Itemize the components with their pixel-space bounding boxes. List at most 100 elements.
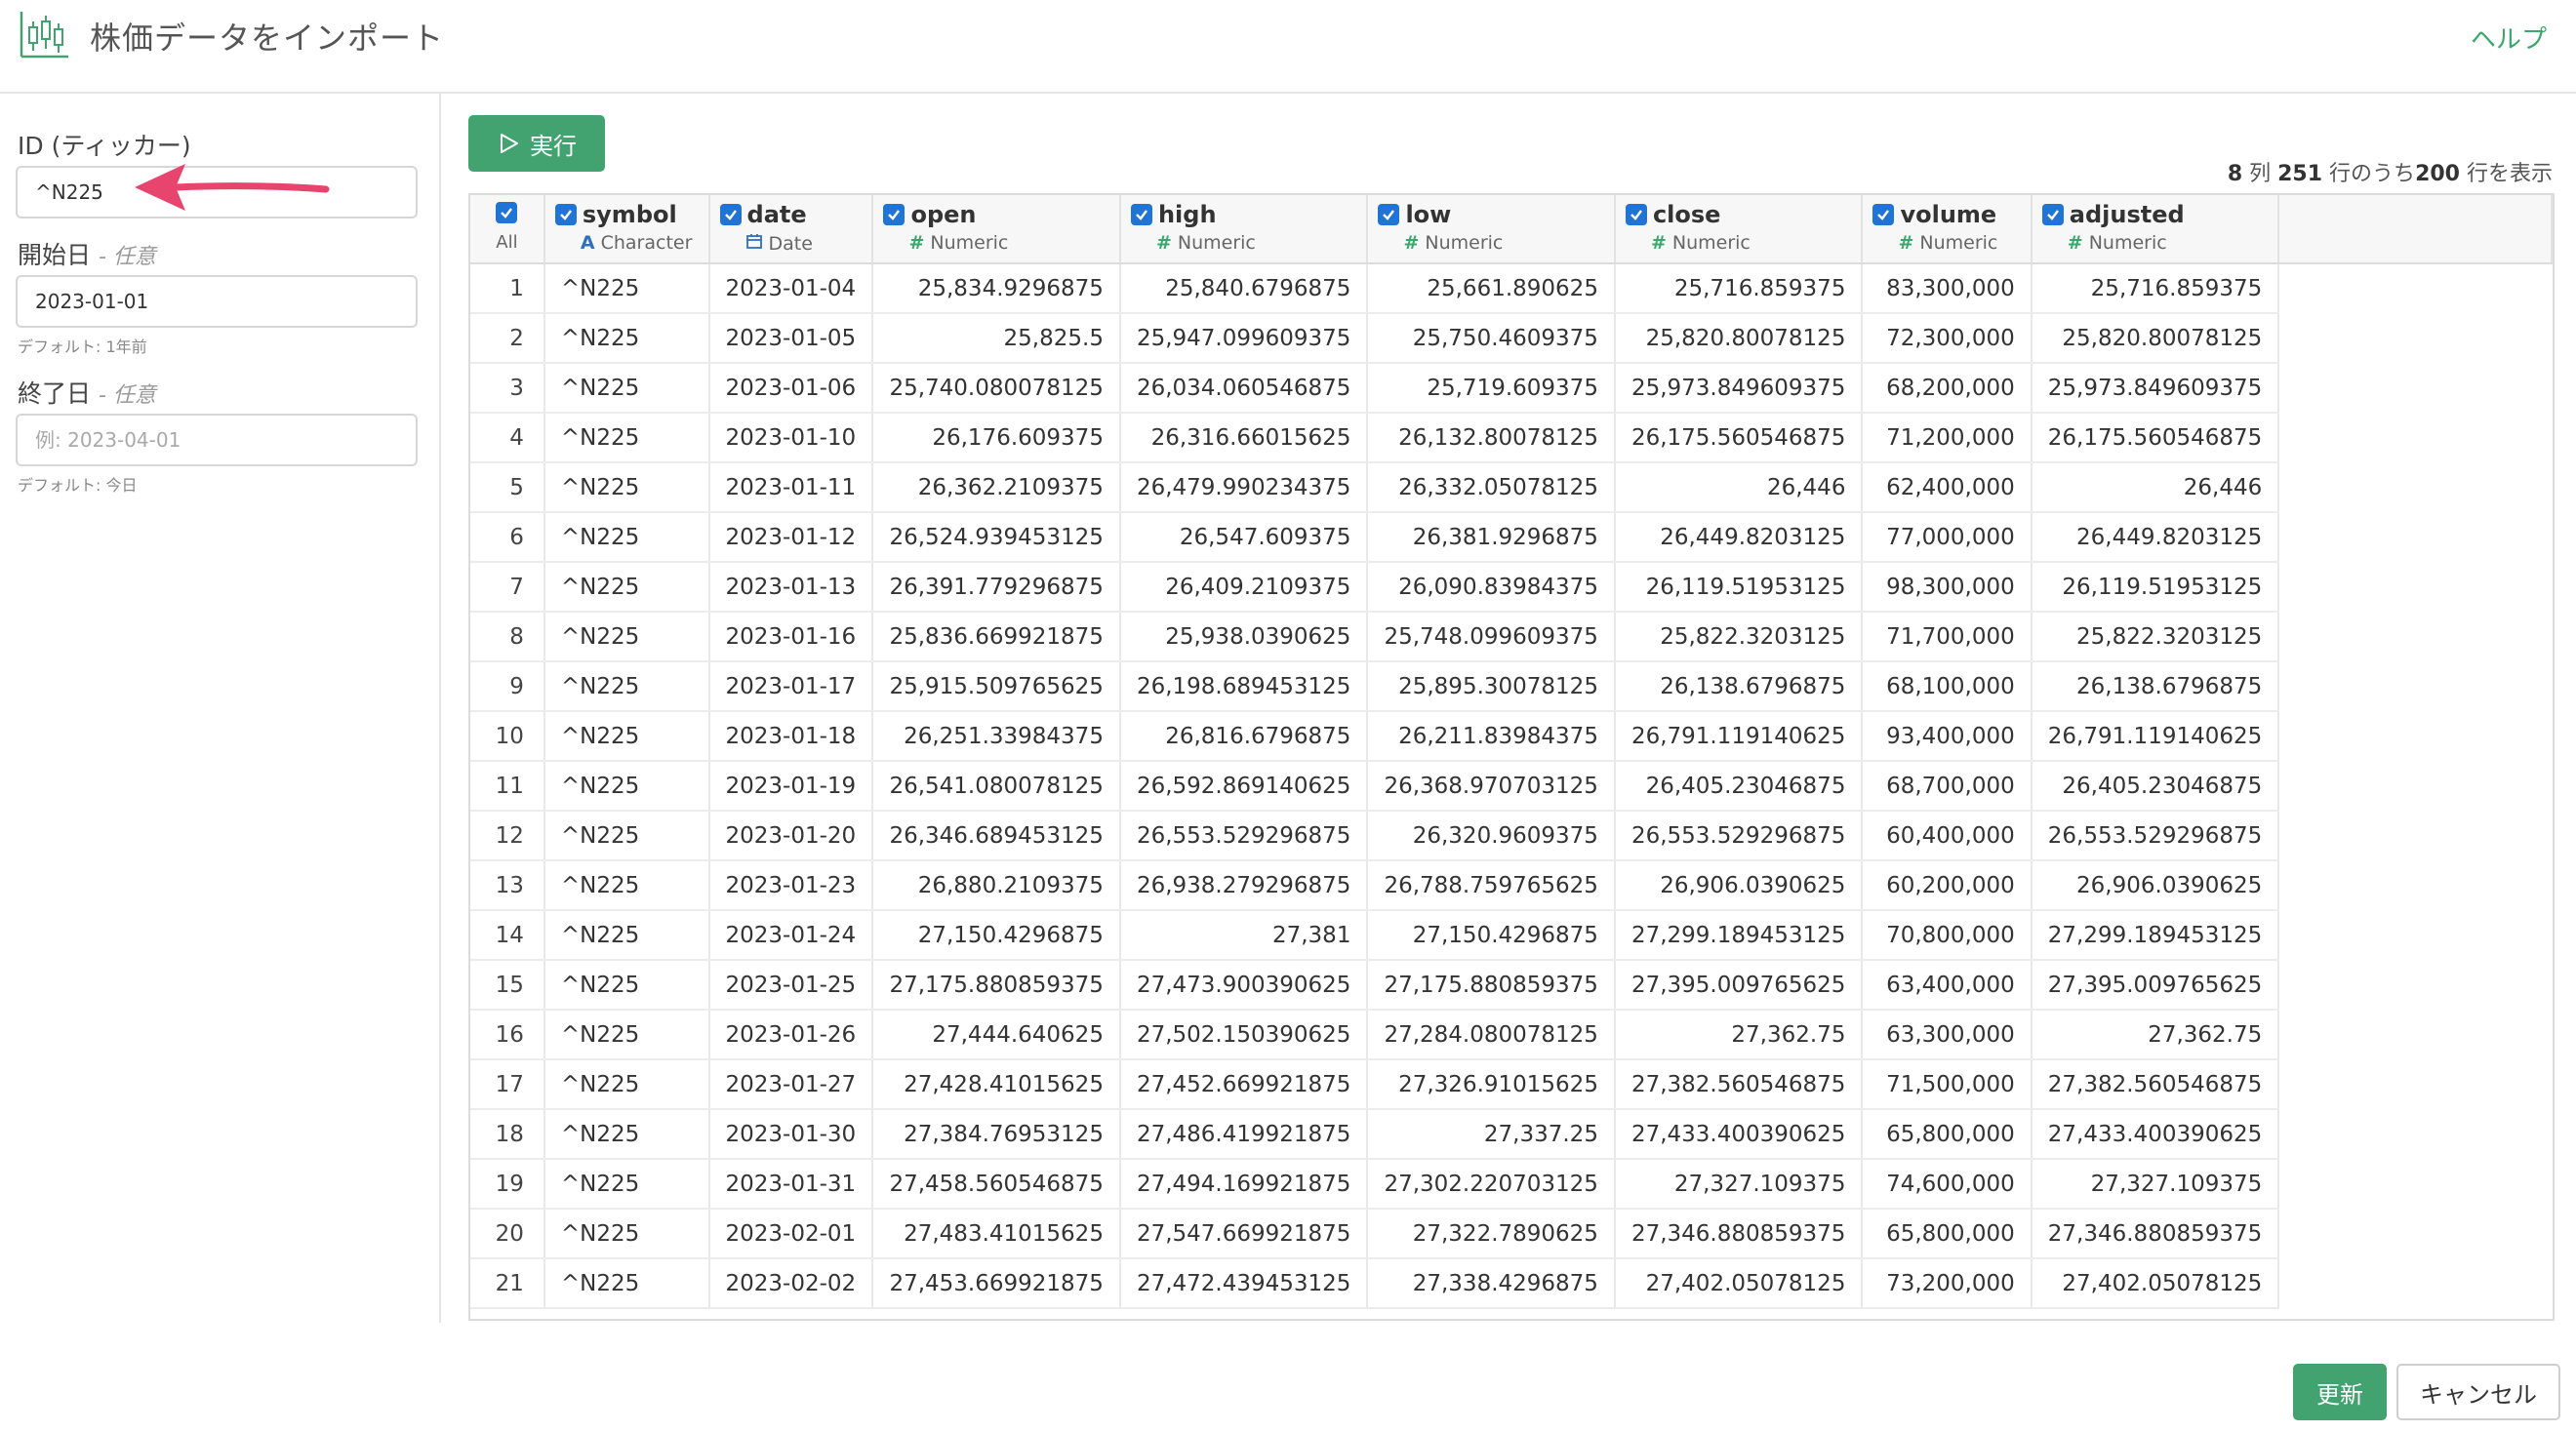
select-all-checkbox[interactable] (496, 202, 518, 223)
column-checkbox[interactable] (1378, 204, 1400, 225)
column-checkbox[interactable] (554, 204, 577, 225)
select-all-header[interactable]: All (470, 195, 545, 264)
table-cell: ^N225 (543, 661, 710, 712)
column-header-open[interactable]: open # Numeric (872, 195, 1121, 264)
check-icon (888, 210, 901, 220)
table-cell: 27,458.560546875 (872, 1159, 1121, 1210)
table-cell: 27,483.41015625 (872, 1209, 1121, 1259)
check-icon (560, 210, 572, 220)
check-icon (1630, 210, 1642, 220)
table-cell: ^N225 (543, 1258, 710, 1309)
table-cell: 27,395.009765625 (1614, 960, 1864, 1011)
table-row: 16 ^N225 2023-01-26 27,444.640625 27,502.150… (470, 1010, 2552, 1060)
table-cell: 27,402.05078125 (1614, 1258, 1864, 1309)
row-index: 16 (470, 1010, 545, 1060)
table-cell: 27,472.439453125 (1119, 1258, 1369, 1309)
row-index: 5 (470, 462, 545, 513)
table-cell: 26,391.779296875 (872, 562, 1121, 613)
column-name: volume (1900, 201, 1997, 228)
data-preview-table[interactable]: All symbol A Character date Date open # Numeric… (468, 193, 2555, 1321)
table-cell: 27,428.41015625 (872, 1059, 1121, 1110)
table-cell: ^N225 (543, 562, 710, 613)
table-cell: 63,300,000 (1862, 1010, 2033, 1060)
table-row: 15 ^N225 2023-01-25 27,175.880859375 27,473.… (470, 960, 2552, 1011)
row-index: 19 (470, 1159, 545, 1210)
column-checkbox[interactable] (1872, 204, 1895, 225)
table-cell: 73,200,000 (1862, 1258, 2033, 1309)
table-cell: 2023-01-06 (708, 363, 874, 414)
table-cell: 26,251.33984375 (872, 711, 1121, 762)
calendar-icon (745, 232, 763, 255)
row-filler (2278, 1159, 2552, 1209)
end-date-hint: デフォルト: 今日 (18, 476, 138, 495)
table-cell: 27,384.76953125 (872, 1109, 1121, 1160)
table-cell: 27,494.169921875 (1119, 1159, 1369, 1210)
column-checkbox[interactable] (719, 204, 742, 225)
table-cell: 2023-01-16 (708, 612, 874, 662)
table-cell: 98,300,000 (1862, 562, 2033, 613)
update-button[interactable]: 更新 (2293, 1364, 2387, 1420)
start-date-input[interactable] (16, 275, 418, 328)
table-cell: 25,836.669921875 (872, 612, 1121, 662)
table-cell: ^N225 (543, 811, 710, 861)
table-cell: 2023-01-17 (708, 661, 874, 712)
column-checkbox[interactable] (883, 204, 906, 225)
table-cell: ^N225 (543, 960, 710, 1011)
table-row: 13 ^N225 2023-01-23 26,880.2109375 26,938.27… (470, 860, 2552, 911)
row-index: 20 (470, 1209, 545, 1259)
table-cell: 25,716.859375 (1614, 263, 1864, 314)
column-checkbox[interactable] (1625, 204, 1647, 225)
column-name: close (1652, 201, 1721, 228)
table-cell: 26,553.529296875 (1119, 811, 1369, 861)
column-header-date[interactable]: date Date (708, 195, 874, 264)
table-row: 19 ^N225 2023-01-31 27,458.560546875 27,494.… (470, 1159, 2552, 1210)
row-index: 3 (470, 363, 545, 414)
table-cell: 26,906.0390625 (1614, 860, 1864, 911)
table-cell: 25,947.099609375 (1119, 313, 1369, 364)
table-cell: 27,502.150390625 (1119, 1010, 1369, 1060)
table-cell: 27,322.7890625 (1367, 1209, 1616, 1259)
column-checkbox[interactable] (1130, 204, 1152, 225)
column-header-adjusted[interactable]: adjusted # Numeric (2031, 195, 2280, 264)
table-cell: 27,150.4296875 (872, 910, 1121, 961)
table-cell: 26,175.560546875 (2031, 413, 2280, 463)
table-cell: 25,820.80078125 (2031, 313, 2280, 364)
table-cell: 25,748.099609375 (1367, 612, 1616, 662)
table-row: 3 ^N225 2023-01-06 25,740.080078125 26,034.0… (470, 363, 2552, 414)
table-cell: 27,337.25 (1367, 1109, 1616, 1160)
cancel-button[interactable]: キャンセル (2396, 1364, 2560, 1420)
table-cell: 27,473.900390625 (1119, 960, 1369, 1011)
table-cell: 60,400,000 (1862, 811, 2033, 861)
table-cell: 27,453.669921875 (872, 1258, 1121, 1309)
table-cell: 26,211.83984375 (1367, 711, 1616, 762)
help-link[interactable]: ヘルプ (2471, 20, 2547, 56)
check-icon (501, 208, 513, 219)
table-cell: 27,547.669921875 (1119, 1209, 1369, 1259)
hash-icon: # (908, 232, 925, 254)
column-header-symbol[interactable]: symbol A Character (543, 195, 710, 264)
column-checkbox[interactable] (2041, 204, 2064, 225)
column-header-volume[interactable]: volume # Numeric (1862, 195, 2033, 264)
table-cell: 26,138.6796875 (1614, 661, 1864, 712)
column-header-low[interactable]: low # Numeric (1367, 195, 1616, 264)
column-name: date (746, 201, 807, 228)
table-cell: ^N225 (543, 860, 710, 911)
column-header-close[interactable]: close # Numeric (1614, 195, 1864, 264)
table-cell: 26,553.529296875 (1614, 811, 1864, 861)
column-type: Numeric (1671, 232, 1751, 254)
end-date-label: 終了日 - 任意 (18, 375, 156, 410)
table-row: 20 ^N225 2023-02-01 27,483.41015625 27,547.6… (470, 1209, 2552, 1259)
table-row: 18 ^N225 2023-01-30 27,384.76953125 27,486.4… (470, 1109, 2552, 1160)
run-button[interactable]: 実行 (468, 115, 605, 172)
table-cell: 26,553.529296875 (2031, 811, 2280, 861)
row-filler (2278, 1010, 2552, 1059)
row-index: 9 (470, 661, 545, 712)
end-date-input[interactable] (16, 414, 418, 466)
table-cell: 26,320.9609375 (1367, 811, 1616, 861)
table-cell: 26,175.560546875 (1614, 413, 1864, 463)
table-row: 6 ^N225 2023-01-12 26,524.939453125 26,547.6… (470, 512, 2552, 563)
hash-icon: # (1650, 232, 1667, 254)
row-index: 1 (470, 263, 545, 314)
column-header-high[interactable]: high # Numeric (1119, 195, 1369, 264)
table-cell: 27,381 (1119, 910, 1369, 961)
